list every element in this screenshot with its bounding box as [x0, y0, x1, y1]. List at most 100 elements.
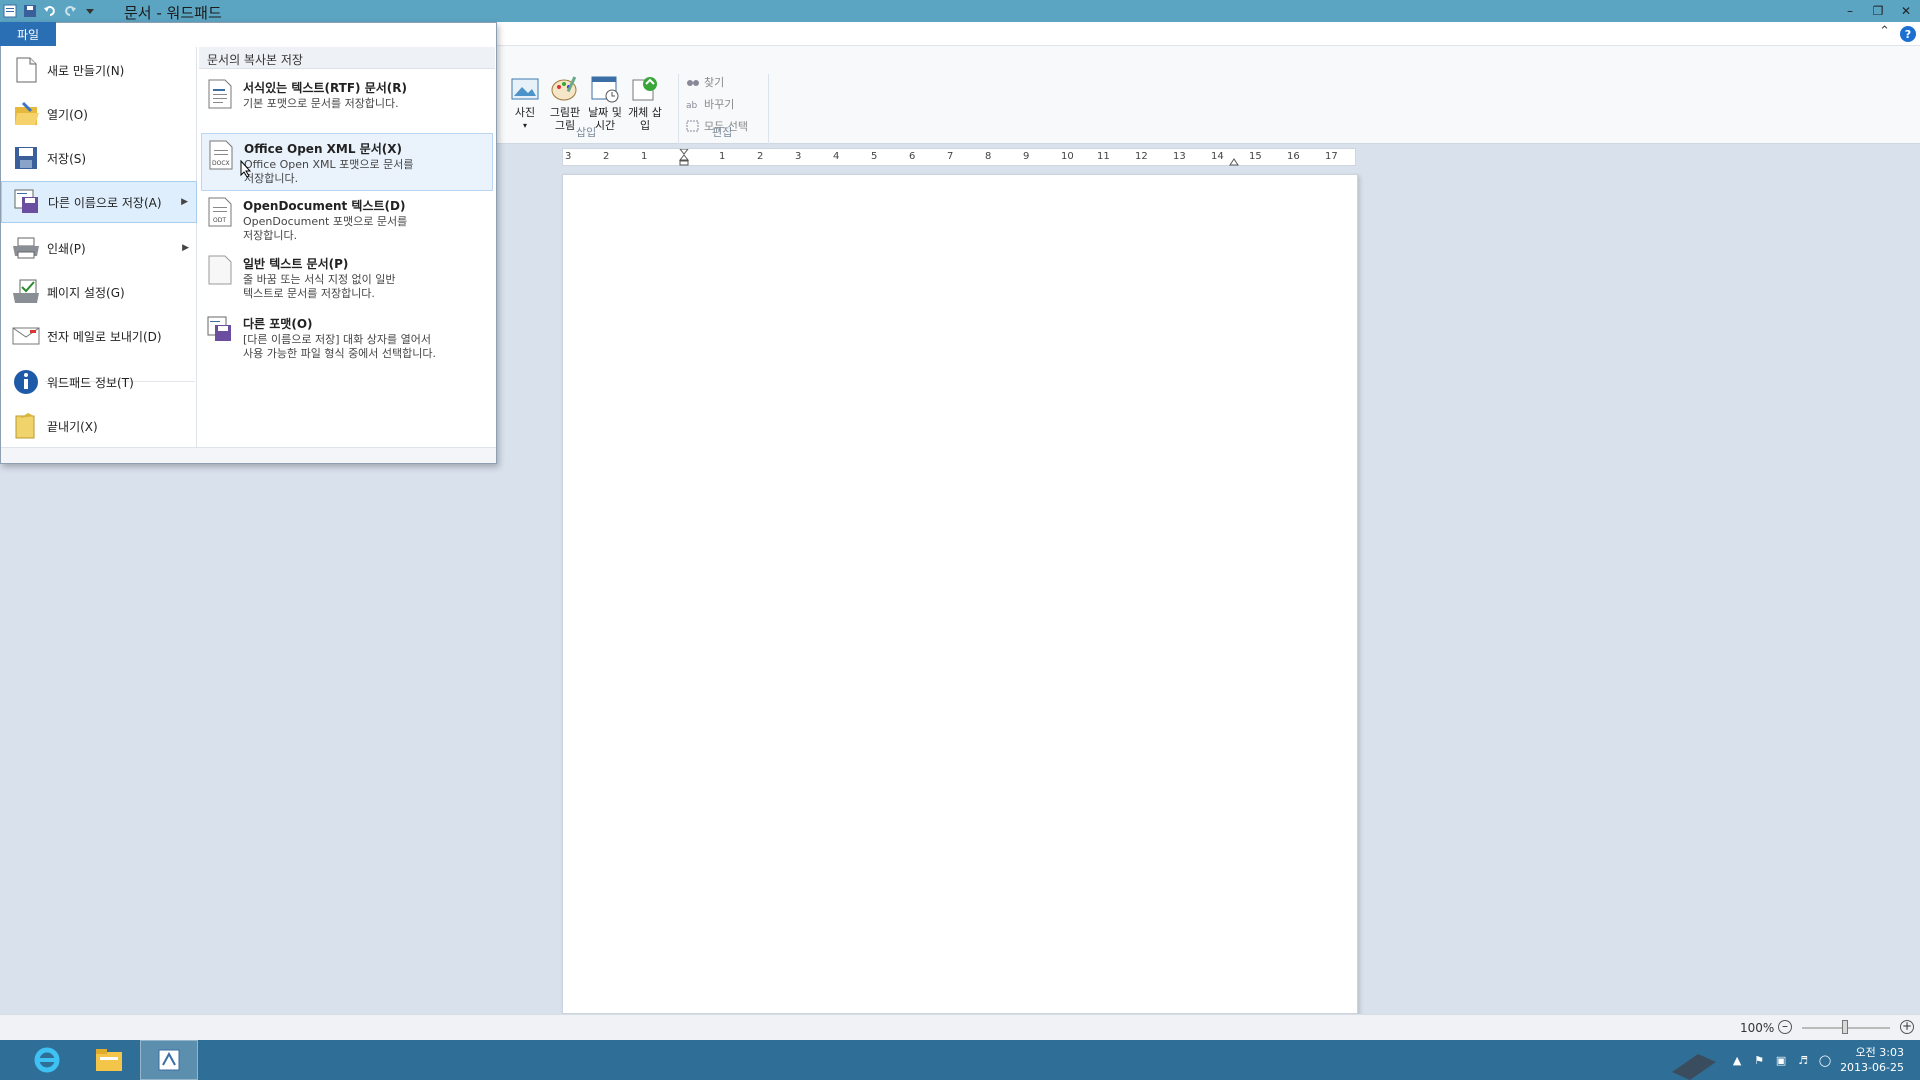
mouse-cursor-icon	[240, 160, 252, 178]
save-disk-icon	[15, 147, 37, 169]
menu-item-page-setup[interactable]: 페이지 설정(G)	[1, 271, 197, 313]
edit-group-label: 편집	[712, 126, 733, 139]
odt-document-icon: ODT	[208, 197, 232, 227]
collapse-ribbon-icon[interactable]: ⌃	[1879, 24, 1890, 39]
other-format-save-icon	[207, 316, 231, 341]
file-menu-footer	[1, 447, 496, 463]
quick-access-toolbar	[0, 0, 98, 22]
show-hidden-icons-icon[interactable]: ▲	[1730, 1053, 1744, 1067]
menu-item-save-as[interactable]: 다른 이름으로 저장(A) ▶	[1, 181, 197, 223]
window-title: 문서 - 워드패드	[124, 4, 222, 22]
insert-object-button[interactable]: 개체 삽입	[628, 74, 662, 132]
exit-icon	[15, 413, 35, 439]
menu-item-new[interactable]: 새로 만들기(N)	[1, 49, 197, 91]
ruler[interactable]: 3 2 1 1 2 3 4 5 6 7 8 9 10 11 12 13 14 1…	[562, 148, 1356, 166]
submenu-heading: 문서의 복사본 저장	[199, 47, 495, 69]
ruler-number: 14	[1211, 151, 1224, 162]
zoom-slider-thumb[interactable]	[1842, 1020, 1848, 1034]
status-bar: 100% – +	[0, 1014, 1920, 1040]
save-as-odt-option[interactable]: ODT OpenDocument 텍스트(D) OpenDocument 포맷으로…	[201, 191, 493, 249]
ruler-number: 8	[985, 151, 992, 162]
picture-icon	[511, 78, 539, 100]
save-icon[interactable]	[22, 3, 38, 19]
zoom-in-button[interactable]: +	[1900, 1020, 1914, 1034]
group-separator	[768, 74, 769, 158]
new-document-icon	[16, 57, 37, 83]
paint-palette-icon	[551, 76, 577, 101]
save-as-plain-text-option[interactable]: 일반 텍스트 문서(P) 줄 바꿈 또는 서식 지정 없이 일반 텍스트로 문서를 …	[201, 249, 493, 307]
taskbar: ▲ ⚑ ▣ ♬ ◯ 오전 3:03 2013-06-25	[0, 1040, 1920, 1080]
rtf-document-icon	[208, 79, 232, 109]
binoculars-icon	[687, 80, 699, 86]
window-controls: – ❐ ✕	[1836, 0, 1920, 22]
submenu-arrow-icon: ▶	[181, 197, 188, 207]
svg-text:ab: ab	[686, 101, 698, 110]
select-all-icon	[686, 120, 699, 132]
menu-item-open[interactable]: 열기(O)	[1, 93, 197, 135]
ruler-number: 3	[795, 151, 802, 162]
taskbar-internet-explorer[interactable]	[18, 1040, 76, 1080]
ruler-number: 13	[1173, 151, 1186, 162]
ruler-number: 17	[1325, 151, 1338, 162]
taskbar-wordpad[interactable]	[140, 1040, 198, 1080]
ruler-number: 5	[871, 151, 878, 162]
desktop-book-icon	[1672, 1054, 1716, 1080]
save-as-rtf-option[interactable]: 서식있는 텍스트(RTF) 문서(R) 기본 포맷으로 문서를 저장합니다.	[201, 73, 493, 131]
help-button[interactable]: ?	[1900, 26, 1916, 42]
customize-qat-chevron-icon[interactable]	[82, 3, 98, 19]
replace-button[interactable]: ab 바꾸기	[686, 96, 748, 112]
zoom-level: 100%	[1740, 1021, 1775, 1035]
ruler-number: 10	[1061, 151, 1074, 162]
volume-icon[interactable]: ♬	[1796, 1053, 1810, 1067]
menu-item-about[interactable]: 워드패드 정보(T)	[1, 361, 197, 403]
printer-icon	[13, 237, 39, 259]
save-as-icon	[14, 189, 38, 213]
group-separator	[678, 74, 679, 158]
file-tab[interactable]: 파일	[0, 22, 56, 46]
save-as-other-format-option[interactable]: 다른 포맷(O) [다른 이름으로 저장] 대화 상자를 열어서 사용 가능한 파일…	[201, 309, 493, 367]
page-setup-icon	[13, 279, 39, 303]
indent-marker-icon[interactable]	[679, 149, 689, 166]
open-folder-icon	[15, 101, 39, 125]
save-as-submenu: 문서의 복사본 저장 서식있는 텍스트(RTF) 문서(R) 기본 포맷으로 문서…	[199, 47, 495, 447]
insert-group-label: 삽입	[576, 126, 597, 139]
svg-text:ODT: ODT	[213, 217, 226, 224]
ruler-number: 15	[1249, 151, 1262, 162]
find-button[interactable]: 찾기	[686, 74, 748, 90]
ruler-number: 12	[1135, 151, 1148, 162]
document-page[interactable]	[562, 174, 1358, 1014]
taskbar-file-explorer[interactable]	[80, 1040, 138, 1080]
menu-item-save[interactable]: 저장(S)	[1, 137, 197, 179]
menu-item-exit[interactable]: 끝내기(X)	[1, 405, 197, 447]
minimize-button[interactable]: –	[1836, 0, 1864, 22]
insert-object-icon	[632, 77, 657, 101]
ruler-number: 16	[1287, 151, 1300, 162]
wordpad-icon	[158, 1049, 180, 1071]
menu-item-send-email[interactable]: 전자 메일로 보내기(D)	[1, 315, 197, 357]
menu-item-print[interactable]: 인쇄(P) ▶	[1, 227, 197, 269]
network-icon[interactable]: ▣	[1774, 1053, 1788, 1067]
wordpad-app-icon[interactable]	[2, 3, 18, 19]
right-indent-marker-icon[interactable]	[1229, 155, 1239, 166]
close-button[interactable]: ✕	[1892, 0, 1920, 22]
insert-picture-button[interactable]: 사진 ▾	[508, 74, 542, 132]
power-icon[interactable]: ◯	[1818, 1053, 1832, 1067]
ruler-number: 4	[833, 151, 840, 162]
ruler-number: 11	[1097, 151, 1110, 162]
ruler-number: 2	[757, 151, 764, 162]
ruler-number: 1	[641, 151, 648, 162]
folder-icon	[96, 1049, 122, 1071]
undo-icon[interactable]	[42, 3, 58, 19]
clock-time: 오전 3:03	[1855, 1046, 1904, 1059]
clock[interactable]: 오전 3:03 2013-06-25	[1840, 1045, 1904, 1075]
email-icon	[12, 327, 40, 345]
submenu-arrow-icon: ▶	[182, 243, 189, 253]
internet-explorer-icon	[34, 1047, 60, 1073]
zoom-out-button[interactable]: –	[1778, 1020, 1792, 1034]
action-center-flag-icon[interactable]: ⚑	[1752, 1053, 1766, 1067]
redo-icon[interactable]	[62, 3, 78, 19]
ruler-number: 6	[909, 151, 916, 162]
calendar-clock-icon	[591, 76, 619, 103]
restore-button[interactable]: ❐	[1864, 0, 1892, 22]
system-tray: ▲ ⚑ ▣ ♬ ◯ 오전 3:03 2013-06-25	[1730, 1040, 1920, 1080]
